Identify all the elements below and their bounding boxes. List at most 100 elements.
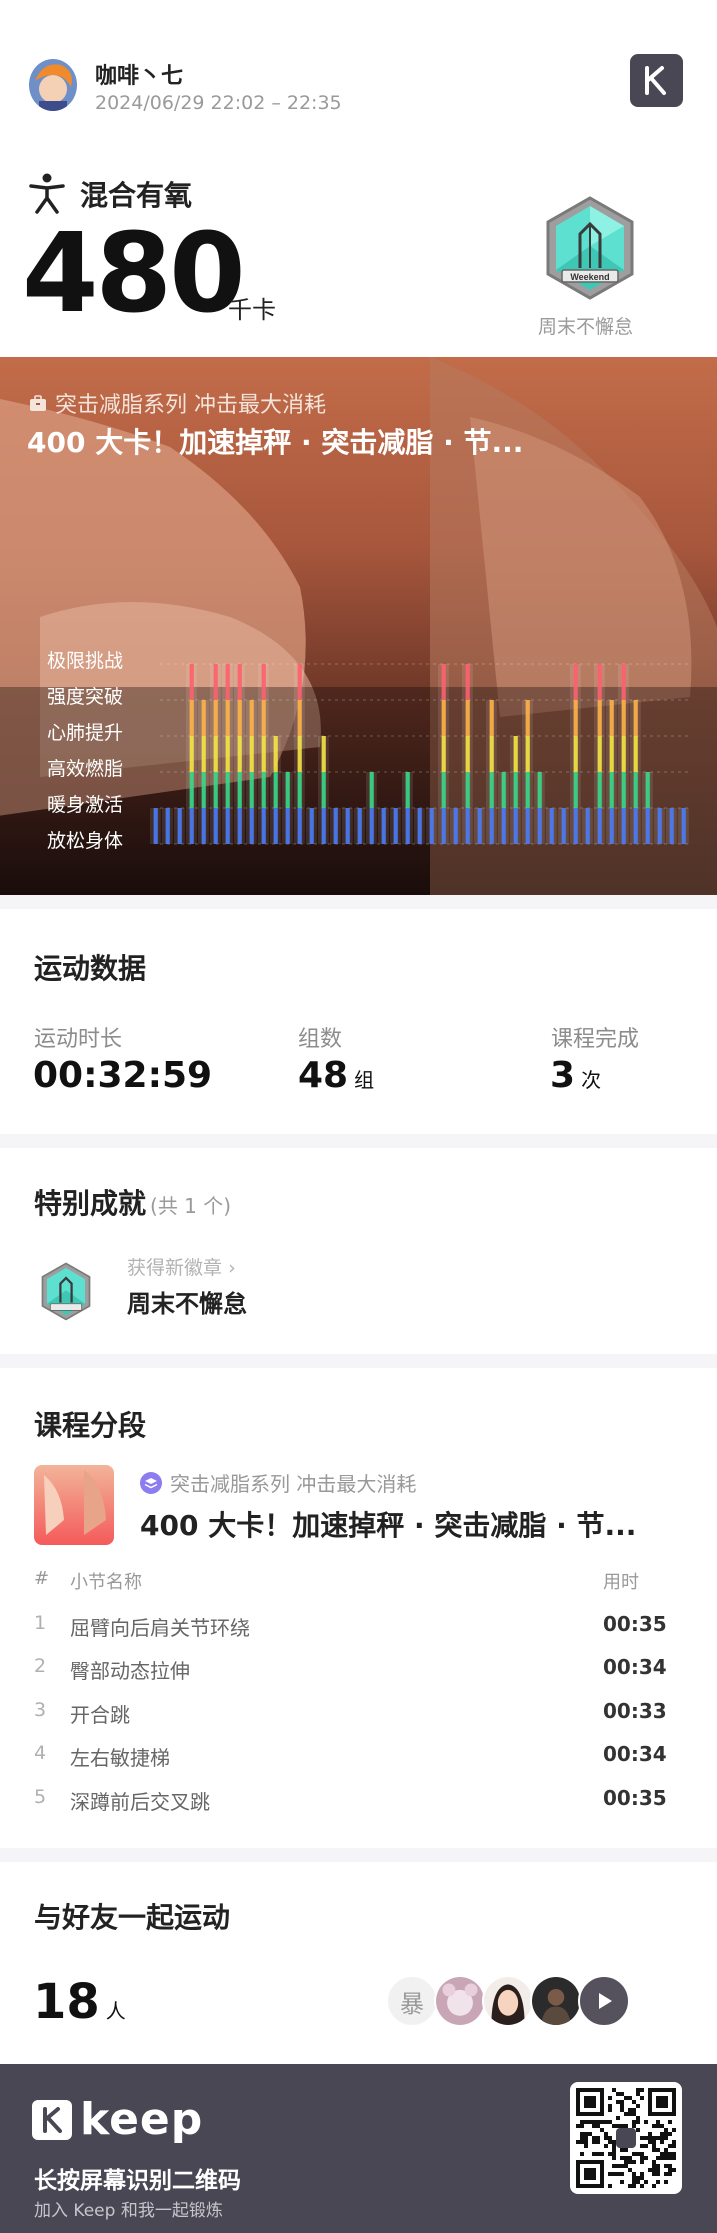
weekend-badge-icon[interactable]: Weekend — [540, 196, 640, 302]
qr-module — [664, 2152, 668, 2156]
qr-module — [652, 2124, 656, 2128]
qr-module — [640, 2144, 644, 2148]
zone-label: 高效燃脂 — [47, 758, 124, 780]
segment-name: 左右敏捷梯 — [70, 1746, 170, 1770]
qr-module — [612, 2088, 616, 2092]
qr-module — [640, 2096, 644, 2100]
briefcase-icon — [30, 394, 46, 411]
qr-module — [608, 2108, 612, 2112]
course-title: 400 大卡！加速掉秤 · 突击减脂 · 节... — [27, 426, 524, 459]
qr-module — [580, 2152, 584, 2156]
zone-step-bar — [297, 772, 302, 808]
qr-module — [664, 2164, 668, 2168]
column-header-index: # — [34, 1568, 50, 1589]
friend-avatar[interactable] — [434, 1975, 486, 2027]
friends-count: 18 — [33, 1974, 100, 2030]
qr-module — [620, 2172, 624, 2176]
qr-module — [580, 2120, 584, 2124]
keep-logo-icon[interactable] — [630, 54, 683, 107]
zone-step-bar — [429, 808, 434, 844]
zone-label: 心肺提升 — [47, 722, 124, 744]
course-name[interactable]: 400 大卡！加速掉秤 · 突击减脂 · 节... — [140, 1504, 636, 1544]
course-series-label: 突击减脂系列 冲击最大消耗 — [29, 387, 326, 419]
qr-module — [660, 2140, 664, 2144]
qr-module — [640, 2160, 644, 2164]
badge-ribbon-text: Weekend — [570, 272, 609, 282]
qr-module — [652, 2148, 656, 2152]
qr-module — [616, 2092, 620, 2096]
qr-module — [576, 2124, 580, 2128]
column-header-name: 小节名称 — [70, 1572, 142, 1593]
zone-step-bar — [345, 808, 350, 844]
qr-module — [616, 2172, 620, 2176]
zone-step-bar — [621, 808, 626, 844]
new-badge-text: 获得新徽章 — [127, 1257, 223, 1279]
qr-module — [664, 2172, 668, 2176]
aerobics-person-icon — [29, 173, 65, 214]
segment-time: 00:33 — [603, 1699, 667, 1723]
segment-row: 1 屈臂向后肩关节环绕 00:35 — [0, 1612, 717, 1655]
qr-module — [624, 2164, 628, 2168]
zone-step-bar — [273, 772, 278, 808]
qr-module — [656, 2124, 660, 2128]
zone-step-bar — [609, 808, 614, 844]
qr-module — [588, 2120, 592, 2124]
new-badge-link[interactable]: 获得新徽章 › — [127, 1253, 236, 1280]
qr-module — [672, 2128, 676, 2132]
segment-time: 00:35 — [603, 1786, 667, 1810]
zone-step-bar — [357, 808, 362, 844]
qr-module — [600, 2152, 604, 2156]
qr-module — [664, 2132, 668, 2136]
qr-module — [668, 2172, 672, 2176]
zone-step-bar — [369, 808, 374, 844]
qr-module — [640, 2088, 644, 2092]
course-hero-banner[interactable]: 突击减脂系列 冲击最大消耗 400 大卡！加速掉秤 · 突击减脂 · 节... … — [0, 357, 717, 895]
qr-module — [636, 2180, 640, 2184]
zone-step-bar — [225, 736, 230, 772]
segment-row: 2 臀部动态拉伸 00:34 — [0, 1655, 717, 1698]
segment-index: 3 — [34, 1699, 47, 1721]
qr-module — [620, 2156, 624, 2160]
qr-code[interactable] — [570, 2082, 682, 2194]
qr-module — [620, 2108, 624, 2112]
segment-row: 4 左右敏捷梯 00:34 — [0, 1742, 717, 1785]
qr-module — [644, 2136, 648, 2140]
courses-value: 3 — [550, 1055, 576, 1096]
qr-module — [644, 2156, 648, 2160]
segment-time: 00:35 — [603, 1612, 667, 1636]
zone-step-bar — [393, 808, 398, 844]
zone-step-bar — [213, 736, 218, 772]
qr-module — [588, 2132, 592, 2136]
friend-avatar[interactable] — [482, 1975, 534, 2027]
qr-module — [612, 2172, 616, 2176]
zone-step-bar — [261, 808, 266, 844]
share-footer: keep 长按屏幕识别二维码 加入 Keep 和我一起锻炼 — [0, 2064, 717, 2233]
user-avatar[interactable] — [29, 59, 77, 111]
friend-avatar[interactable]: 暴 — [386, 1975, 438, 2027]
weekend-badge-small-icon[interactable] — [38, 1262, 94, 1322]
qr-module — [608, 2104, 612, 2108]
qr-module — [640, 2172, 644, 2176]
zone-step-bar — [465, 700, 470, 736]
qr-module — [636, 2152, 640, 2156]
qr-module — [632, 2172, 636, 2176]
zone-step-bar — [201, 736, 206, 772]
zone-step-bar — [189, 808, 194, 844]
qr-module — [612, 2140, 616, 2144]
username[interactable]: 咖啡丶七 — [95, 58, 183, 90]
qr-module — [636, 2128, 640, 2132]
friend-avatar[interactable] — [530, 1975, 582, 2027]
qr-module — [652, 2164, 656, 2168]
qr-module — [672, 2140, 676, 2144]
friends-card: 与好友一起运动 18 人 暴 — [0, 1862, 717, 2064]
qr-module — [624, 2160, 628, 2164]
qr-module — [620, 2180, 624, 2184]
qr-module — [632, 2152, 636, 2156]
zone-step-bar — [633, 772, 638, 808]
zone-step-bar — [621, 772, 626, 808]
qr-finder — [584, 2096, 596, 2108]
play-more-friends-button[interactable] — [578, 1975, 630, 2027]
course-thumbnail[interactable] — [34, 1465, 114, 1545]
qr-module — [620, 2124, 624, 2128]
qr-module — [620, 2164, 624, 2168]
